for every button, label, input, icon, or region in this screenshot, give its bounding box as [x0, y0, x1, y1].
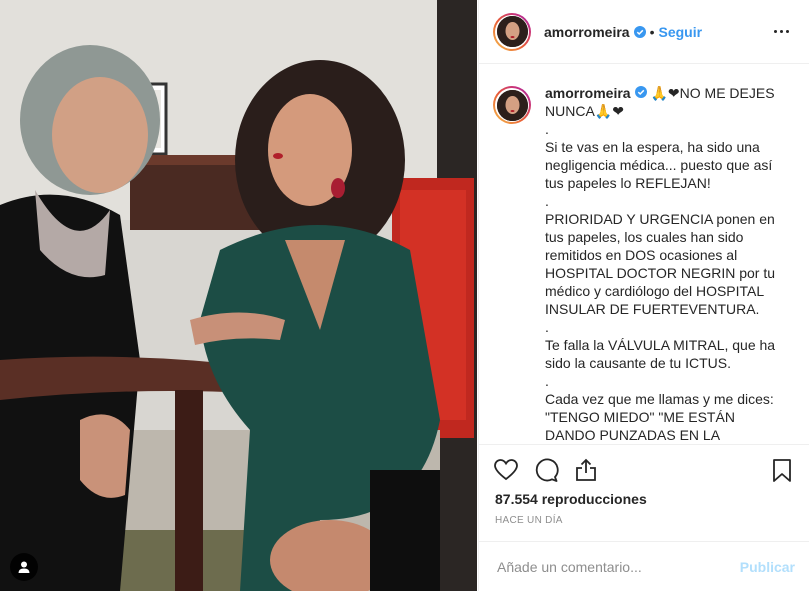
comments-section[interactable]: amorromeira 🙏❤NO ME DEJES NUNCA🙏❤ . Si t…	[479, 64, 809, 444]
caption-avatar[interactable]	[493, 86, 531, 124]
comment-icon[interactable]	[533, 457, 559, 483]
share-icon[interactable]	[573, 457, 599, 483]
user-tag-icon	[17, 560, 31, 574]
post-header: amorromeira • Seguir	[479, 0, 809, 64]
comment-input[interactable]	[495, 557, 740, 576]
heart-icon[interactable]	[493, 457, 519, 483]
caption-username[interactable]: amorromeira	[545, 85, 631, 101]
caption-text: amorromeira 🙏❤NO ME DEJES NUNCA🙏❤ . Si t…	[545, 84, 780, 444]
separator-dot: •	[649, 23, 655, 40]
author-username[interactable]: amorromeira	[544, 24, 630, 40]
add-comment-bar: Publicar	[479, 541, 809, 591]
caption-body: amorromeira 🙏❤NO ME DEJES NUNCA🙏❤ . Si t…	[545, 84, 780, 444]
caption-content: 🙏❤NO ME DEJES NUNCA🙏❤ . Si te vas en la …	[545, 85, 776, 443]
post-actions: 87.554 reproducciones HACE UN DÍA	[479, 444, 809, 526]
instagram-post: amorromeira • Seguir amorromeira 🙏❤NO ME…	[0, 0, 809, 591]
caption: amorromeira 🙏❤NO ME DEJES NUNCA🙏❤ . Si t…	[479, 64, 809, 444]
author-avatar[interactable]	[493, 12, 531, 51]
verified-badge-icon	[634, 86, 647, 98]
post-video[interactable]	[0, 0, 477, 591]
verified-badge-icon	[633, 25, 646, 38]
more-options-icon[interactable]	[770, 26, 793, 37]
view-count[interactable]: 87.554 reproducciones	[479, 485, 809, 507]
post-timestamp[interactable]: HACE UN DÍA	[479, 507, 809, 526]
bookmark-icon[interactable]	[769, 457, 795, 483]
follow-button[interactable]: Seguir	[659, 24, 703, 40]
video-frame	[0, 0, 477, 591]
publish-button[interactable]: Publicar	[740, 559, 795, 575]
post-side-panel: amorromeira • Seguir amorromeira 🙏❤NO ME…	[478, 0, 809, 591]
user-tag-button[interactable]	[10, 553, 38, 581]
